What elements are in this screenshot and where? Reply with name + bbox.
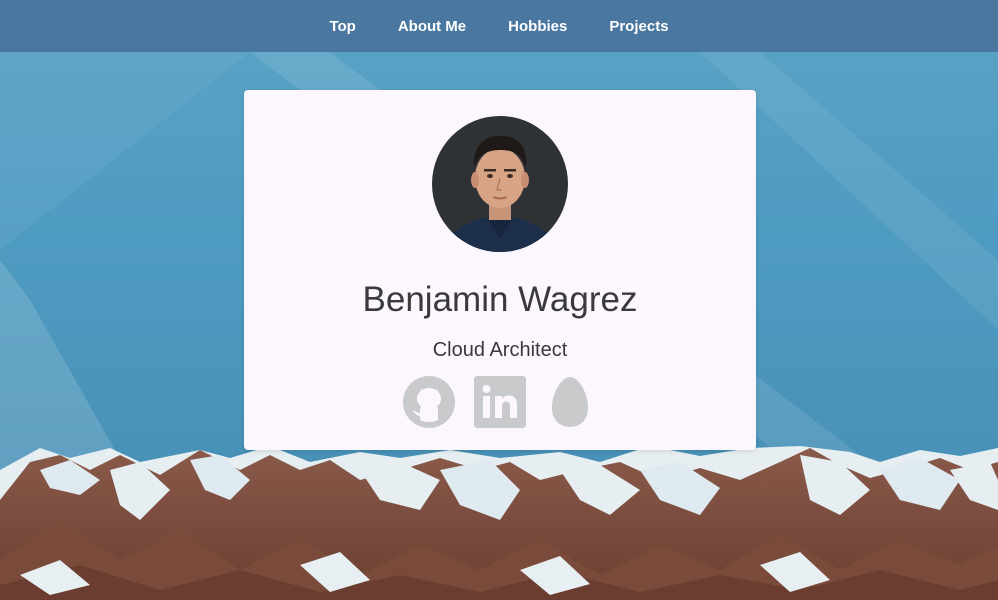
egg-link[interactable] — [544, 376, 596, 428]
linkedin-icon — [474, 376, 526, 428]
profile-photo — [432, 116, 568, 252]
egg-icon — [552, 377, 588, 427]
linkedin-link[interactable] — [474, 376, 526, 428]
profile-card: Benjamin Wagrez Cloud Architect — [244, 90, 756, 450]
nav-projects-link[interactable]: Projects — [609, 18, 668, 35]
nav-about-me-link[interactable]: About Me — [398, 18, 466, 35]
nav-hobbies-link[interactable]: Hobbies — [508, 18, 567, 35]
top-navbar: Top About Me Hobbies Projects — [0, 0, 998, 52]
profile-title: Cloud Architect — [432, 339, 568, 361]
avatar — [432, 116, 568, 252]
github-icon — [403, 376, 455, 428]
github-link[interactable] — [403, 376, 455, 428]
profile-name: Benjamin Wagrez — [362, 280, 638, 319]
nav-top-link[interactable]: Top — [329, 18, 355, 35]
